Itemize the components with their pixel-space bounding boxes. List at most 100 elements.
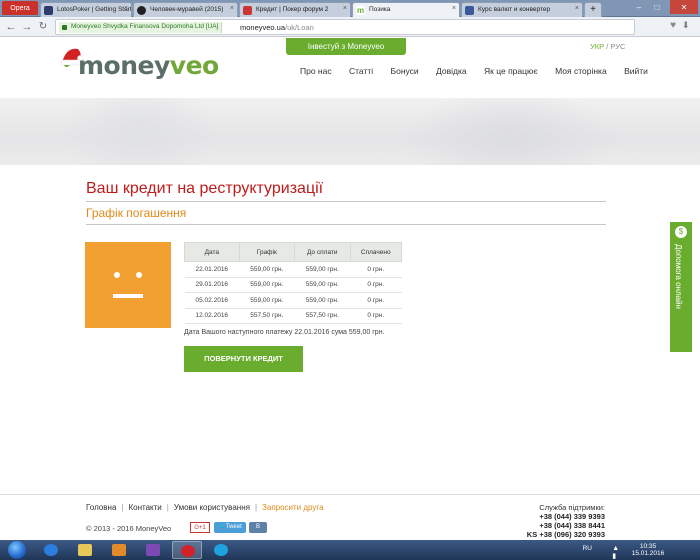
column-header-date: Дата <box>184 242 240 262</box>
opera-menu-label: Opera <box>10 4 30 12</box>
new-tab-button[interactable]: + <box>584 2 602 17</box>
back-arrow-icon[interactable]: ← <box>4 20 18 34</box>
close-tab-icon[interactable]: × <box>343 5 347 12</box>
tweet-label: Tweet <box>225 524 242 530</box>
opera-menu-button[interactable]: Opera <box>2 1 38 15</box>
tab-pozyka[interactable]: m Позика × <box>352 2 460 17</box>
tab-label: LotosPoker | Getting Start <box>57 6 132 13</box>
windows-taskbar: RU ▲ ▮ ◀) 10:35 15.01.2016 <box>0 540 700 560</box>
nav-my-page[interactable]: Моя сторінка <box>555 66 607 76</box>
column-header-paid: Сплачено <box>349 242 403 262</box>
skype-icon <box>214 544 228 556</box>
input-language[interactable]: RU <box>583 545 592 552</box>
footer-link-invite-friend[interactable]: Запросити друга <box>262 503 324 512</box>
nav-about[interactable]: Про нас <box>300 66 332 76</box>
url-path: /uk/Loan <box>285 23 314 32</box>
opera-icon <box>181 545 195 557</box>
logo-wordmark: moneyveo <box>78 51 219 80</box>
url-input[interactable]: Moneyveo Shvydka Finansova Dopomoha Ltd … <box>55 19 635 35</box>
title-divider <box>86 201 606 202</box>
footer-link-contacts[interactable]: Контакти <box>128 503 161 512</box>
taskbar-media[interactable] <box>104 541 134 559</box>
bookmark-heart-icon[interactable]: ♥ <box>670 20 676 31</box>
nav-how-it-works[interactable]: Як це працює <box>484 66 538 76</box>
media-player-icon <box>112 544 126 556</box>
clock[interactable]: 10:35 15.01.2016 <box>626 543 670 557</box>
footer-link-terms[interactable]: Умови користування <box>174 503 250 512</box>
support-phone[interactable]: +38 (096) 320 9393 <box>539 530 605 539</box>
nav-logout[interactable]: Вийти <box>624 66 648 76</box>
vk-share-button[interactable]: В <box>249 522 267 533</box>
maximize-button[interactable]: □ <box>648 0 666 14</box>
nav-help[interactable]: Довідка <box>436 66 467 76</box>
cell-schedule: 559,00 грн. <box>239 261 295 278</box>
close-tab-icon[interactable]: × <box>124 5 128 12</box>
lang-rus-link[interactable]: РУС <box>610 42 625 51</box>
tab-label: Кредит | Покер форум 2 <box>256 6 329 13</box>
tab-poker-forum[interactable]: Кредит | Покер форум 2 × <box>239 2 351 17</box>
close-tab-icon[interactable]: × <box>230 5 234 12</box>
support-contacts: Служба підтримки: +38 (044) 339 9393 +38… <box>527 503 605 539</box>
secure-site-badge[interactable]: Moneyveo Shvydka Finansova Dopomoha Ltd … <box>59 22 223 33</box>
next-payment-info: Дата Вашого наступного платежу 22.01.201… <box>184 329 385 336</box>
cell-paid: 0 грн. <box>350 308 402 324</box>
cell-date: 22.01.2016 <box>184 261 240 278</box>
url-text: moneyveo.ua/uk/Loan <box>240 23 314 32</box>
schedule-subtitle: Графік погашення <box>86 206 187 220</box>
url-host: moneyveo.ua <box>240 23 286 32</box>
close-window-button[interactable]: ✕ <box>670 0 698 14</box>
taskbar-vs[interactable] <box>138 541 168 559</box>
support-phone[interactable]: +38 (044) 338 8441 <box>527 521 605 530</box>
cell-due: 559,00 грн. <box>294 277 351 293</box>
cell-schedule: 559,00 грн. <box>239 277 295 293</box>
logo-money: money <box>78 51 170 80</box>
tray-icons[interactable]: ▲ ▮ ◀) <box>612 545 620 560</box>
nav-articles[interactable]: Статті <box>349 66 373 76</box>
taskbar-opera[interactable] <box>172 541 202 559</box>
tweet-button[interactable]: 🐦Tweet <box>214 522 246 533</box>
moneyveo-logo[interactable]: moneyveo <box>60 45 219 85</box>
reload-icon[interactable]: ↻ <box>36 20 50 34</box>
folder-icon <box>78 544 92 556</box>
visual-studio-icon <box>146 544 160 556</box>
minimize-button[interactable]: – <box>630 0 648 14</box>
taskbar-ie[interactable] <box>36 541 66 559</box>
google-plus-button[interactable]: G+1 <box>190 522 210 533</box>
cell-date: 12.02.2016 <box>184 308 240 324</box>
lotospoker-favicon-icon <box>44 6 53 15</box>
lang-ukr-link[interactable]: УКР <box>590 42 604 51</box>
forward-arrow-icon[interactable]: → <box>20 20 34 34</box>
neutral-face-icon <box>85 242 171 328</box>
close-tab-icon[interactable]: × <box>575 5 579 12</box>
taskbar-skype[interactable] <box>206 541 236 559</box>
cell-due: 557,50 грн. <box>294 308 351 324</box>
online-help-tab[interactable]: $ Допомога онлайн <box>670 222 692 352</box>
cell-due: 559,00 грн. <box>294 261 351 278</box>
tab-label: Позика <box>369 6 391 13</box>
download-icon[interactable]: ⬇ <box>682 20 694 32</box>
main-navigation: Про нас Статті Бонуси Довідка Як це прац… <box>300 66 663 76</box>
support-phone[interactable]: +38 (044) 339 9393 <box>527 512 605 521</box>
address-bar: ← → ↻ Moneyveo Shvydka Finansova Dopomoh… <box>0 17 700 37</box>
page-title: Ваш кредит на реструктуризації <box>86 180 324 197</box>
table-row: 12.02.2016 557,50 грн. 557,50 грн. 0 грн… <box>184 308 402 324</box>
logo-veo: veo <box>169 51 219 80</box>
table-row: 05.02.2016 559,00 грн. 559,00 грн. 0 грн… <box>184 292 402 309</box>
close-tab-icon[interactable]: × <box>452 5 456 12</box>
invest-button[interactable]: Інвестуй з Moneyveo <box>286 38 406 55</box>
clock-time: 10:35 <box>639 543 657 550</box>
start-button[interactable] <box>3 540 31 560</box>
tab-lotospoker[interactable]: LotosPoker | Getting Start × <box>40 2 132 17</box>
cell-date: 29.01.2016 <box>184 277 240 293</box>
footer-link-home[interactable]: Головна <box>86 503 116 512</box>
movie-favicon-icon <box>137 6 146 15</box>
tab-antman[interactable]: Человек-муравей (2015) × <box>133 2 238 17</box>
nav-bonuses[interactable]: Бонуси <box>391 66 419 76</box>
column-header-due: До сплати <box>294 242 351 262</box>
ks-prefix: KS <box>526 530 538 539</box>
tab-currency[interactable]: Курс валют и конвертер × <box>461 2 583 17</box>
taskbar-explorer[interactable] <box>70 541 100 559</box>
repay-credit-button[interactable]: ПОВЕРНУТИ КРЕДИТ <box>184 346 303 372</box>
cell-schedule: 557,50 грн. <box>239 308 295 324</box>
cell-due: 559,00 грн. <box>294 292 351 309</box>
